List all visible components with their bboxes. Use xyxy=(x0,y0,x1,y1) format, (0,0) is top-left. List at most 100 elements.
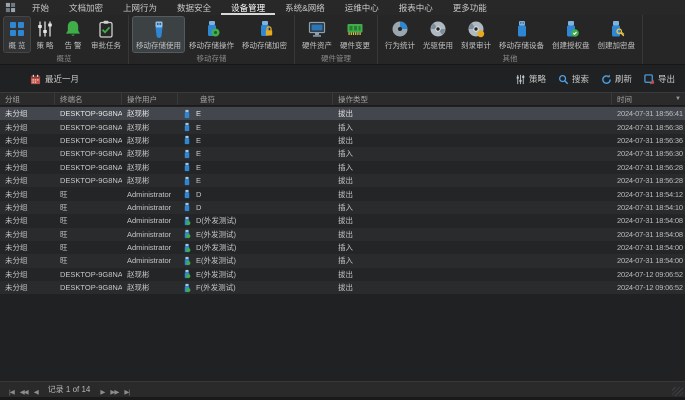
ribbon-item-label: 告 警 xyxy=(64,40,81,51)
ribbon-item-0-0[interactable]: 概 览 xyxy=(4,17,30,52)
menu-tab-2[interactable]: 上网行为 xyxy=(113,0,167,15)
ribbon-group-3: 行为统计光驱使用刻录审计移动存储设备创建授权盘创建加密盘其他 xyxy=(378,15,643,64)
menu-tab-8[interactable]: 更多功能 xyxy=(443,0,497,15)
drive-letter-label: D(外发测试) xyxy=(196,215,236,226)
menu-tab-7[interactable]: 报表中心 xyxy=(389,0,443,15)
table-row-10[interactable]: 未分组旺AdministratorD(外发测试)插入2024-07-31 18:… xyxy=(0,241,685,254)
usb-blue-usb-drive-icon xyxy=(183,135,191,145)
policy-button[interactable]: 策略 xyxy=(515,73,546,85)
nav-next-button-2[interactable]: ▶| xyxy=(121,389,132,396)
cell-operation: 拔出 xyxy=(333,108,612,119)
cell-group: 未分组 xyxy=(0,108,55,119)
menu-tabs: 开始文档加密上网行为数据安全设备管理系统&网络运维中心报表中心更多功能 xyxy=(22,0,497,15)
cell-drive: E xyxy=(178,176,333,186)
column-header-2[interactable]: 操作用户 xyxy=(122,93,178,105)
cell-group: 未分组 xyxy=(0,229,55,240)
time-filter-arrow-icon[interactable]: ▼ xyxy=(675,96,681,102)
ribbon-item-0-2[interactable]: 告 警 xyxy=(60,17,86,52)
table-row-4[interactable]: 未分组DESKTOP-9G8NA80赵现彬E插入2024-07-31 18:56… xyxy=(0,161,685,174)
refresh-button[interactable]: 刷新 xyxy=(601,73,632,85)
table-row-12[interactable]: 未分组DESKTOP-9G8NA80赵现彬E(外发测试)拔出2024-07-12… xyxy=(0,268,685,281)
drive-letter-label: D xyxy=(196,190,201,199)
ribbon-item-1-1[interactable]: 移动存储操作 xyxy=(186,17,237,52)
nav-next-button-1[interactable]: ▶▶ xyxy=(107,389,121,396)
table-row-2[interactable]: 未分组DESKTOP-9G8NA80赵现彬E拔出2024-07-31 18:56… xyxy=(0,134,685,147)
nav-prev-button-0[interactable]: |◀ xyxy=(6,389,17,396)
alert-bell-icon xyxy=(63,19,83,39)
menu-tab-1[interactable]: 文档加密 xyxy=(59,0,113,15)
column-header-0[interactable]: 分组 xyxy=(0,93,55,105)
drive-letter-label: E xyxy=(196,176,201,185)
toolbar-action-label: 导出 xyxy=(658,73,675,85)
nav-prev-button-1[interactable]: ◀◀ xyxy=(17,389,31,396)
ribbon-item-3-5[interactable]: 创建加密盘 xyxy=(595,17,639,52)
menu-tab-5[interactable]: 系统&网络 xyxy=(275,0,335,15)
ribbon-item-1-2[interactable]: 移动存储加密 xyxy=(239,17,290,52)
nav-next-button-0[interactable]: ▶ xyxy=(97,389,107,396)
cell-operation: 插入 xyxy=(333,242,612,253)
toolbar-action-label: 策略 xyxy=(529,73,546,85)
table-row-8[interactable]: 未分组旺AdministratorD(外发测试)拔出2024-07-31 18:… xyxy=(0,214,685,227)
monitor-icon xyxy=(307,19,327,39)
column-header-label: 时间 xyxy=(617,94,632,105)
usb-blue-usb-drive-icon xyxy=(183,122,191,132)
cell-user: 赵现彬 xyxy=(122,269,178,280)
cell-group: 未分组 xyxy=(0,135,55,146)
usb-device-icon xyxy=(512,19,532,39)
cell-time: 2024-07-31 18:54:00 xyxy=(612,256,685,265)
table-row-9[interactable]: 未分组旺AdministratorE(外发测试)拔出2024-07-31 18:… xyxy=(0,228,685,241)
cell-drive: E(外发测试) xyxy=(178,229,333,240)
ribbon-item-2-1[interactable]: 硬件变更 xyxy=(337,17,373,52)
ribbon-item-0-1[interactable]: 策 略 xyxy=(32,17,58,52)
app-logo-icon[interactable] xyxy=(5,2,16,13)
menu-tab-4[interactable]: 设备管理 xyxy=(221,0,275,15)
cell-user: Administrator xyxy=(122,256,178,265)
usb-gear-icon xyxy=(202,19,222,39)
nav-prev-button-2[interactable]: ◀ xyxy=(31,389,41,396)
column-header-label: 盘符 xyxy=(200,94,215,105)
cell-user: 赵现彬 xyxy=(122,135,178,146)
cell-terminal: DESKTOP-9G8NA80 xyxy=(55,136,122,145)
table-row-3[interactable]: 未分组DESKTOP-9G8NA80赵现彬E插入2024-07-31 18:56… xyxy=(0,147,685,160)
ribbon-item-0-3[interactable]: 审批任务 xyxy=(88,17,124,52)
cell-group: 未分组 xyxy=(0,255,55,266)
export-button[interactable]: 导出 xyxy=(644,73,675,85)
app-window: 开始文档加密上网行为数据安全设备管理系统&网络运维中心报表中心更多功能 概 览策… xyxy=(0,0,685,400)
table-row-6[interactable]: 未分组旺AdministratorD拔出2024-07-31 18:54:12 xyxy=(0,187,685,200)
ribbon-group-2: 硬件资产硬件变更硬件管理 xyxy=(295,15,378,64)
ribbon-item-2-0[interactable]: 硬件资产 xyxy=(299,17,335,52)
menu-tab-3[interactable]: 数据安全 xyxy=(167,0,221,15)
column-header-1[interactable]: 终端名 xyxy=(55,93,122,105)
ribbon-item-label: 硬件资产 xyxy=(302,40,332,51)
search-button[interactable]: 搜索 xyxy=(558,73,589,85)
toolbar-action-label: 搜索 xyxy=(572,73,589,85)
column-header-label: 操作用户 xyxy=(127,94,157,105)
column-header-4[interactable]: 操作类型 xyxy=(333,93,612,105)
table-row-0[interactable]: 未分组DESKTOP-9G8NA80赵现彬E拔出2024-07-31 18:56… xyxy=(0,107,685,120)
column-header-3[interactable]: 盘符 xyxy=(178,93,333,105)
ribbon-item-3-0[interactable]: 行为统计 xyxy=(382,17,418,52)
date-range-filter-button[interactable]: 最近一月 xyxy=(30,73,79,85)
table-row-1[interactable]: 未分组DESKTOP-9G8NA80赵现彬E插入2024-07-31 18:56… xyxy=(0,120,685,133)
usb-blue-usb-drive-icon xyxy=(183,189,191,199)
menu-tab-6[interactable]: 运维中心 xyxy=(335,0,389,15)
cell-operation: 拔出 xyxy=(333,189,612,200)
menu-tab-0[interactable]: 开始 xyxy=(22,0,59,15)
cell-time: 2024-07-31 18:54:08 xyxy=(612,230,685,239)
drive-letter-label: D xyxy=(196,203,201,212)
table-row-5[interactable]: 未分组DESKTOP-9G8NA80赵现彬E拔出2024-07-31 18:56… xyxy=(0,174,685,187)
cell-time: 2024-07-12 09:06:52 xyxy=(612,270,685,279)
table-row-13[interactable]: 未分组DESKTOP-9G8NA80赵现彬F(外发测试)拔出2024-07-12… xyxy=(0,281,685,294)
ribbon-item-label: 概 览 xyxy=(8,40,25,51)
table-row-11[interactable]: 未分组旺AdministratorE(外发测试)插入2024-07-31 18:… xyxy=(0,254,685,267)
resize-grip[interactable] xyxy=(672,387,683,396)
column-header-5[interactable]: 时间 ▼ xyxy=(612,93,685,105)
ribbon-item-3-2[interactable]: 刻录审计 xyxy=(458,17,494,52)
ribbon-item-1-0[interactable]: 移动存储使用 xyxy=(133,17,184,52)
ribbon-group-label: 硬件管理 xyxy=(299,52,373,66)
table-row-7[interactable]: 未分组旺AdministratorD插入2024-07-31 18:54:10 xyxy=(0,201,685,214)
ribbon-item-3-3[interactable]: 移动存储设备 xyxy=(496,17,547,52)
cell-group: 未分组 xyxy=(0,175,55,186)
ribbon-item-3-1[interactable]: 光驱使用 xyxy=(420,17,456,52)
ribbon-item-3-4[interactable]: 创建授权盘 xyxy=(549,17,593,52)
